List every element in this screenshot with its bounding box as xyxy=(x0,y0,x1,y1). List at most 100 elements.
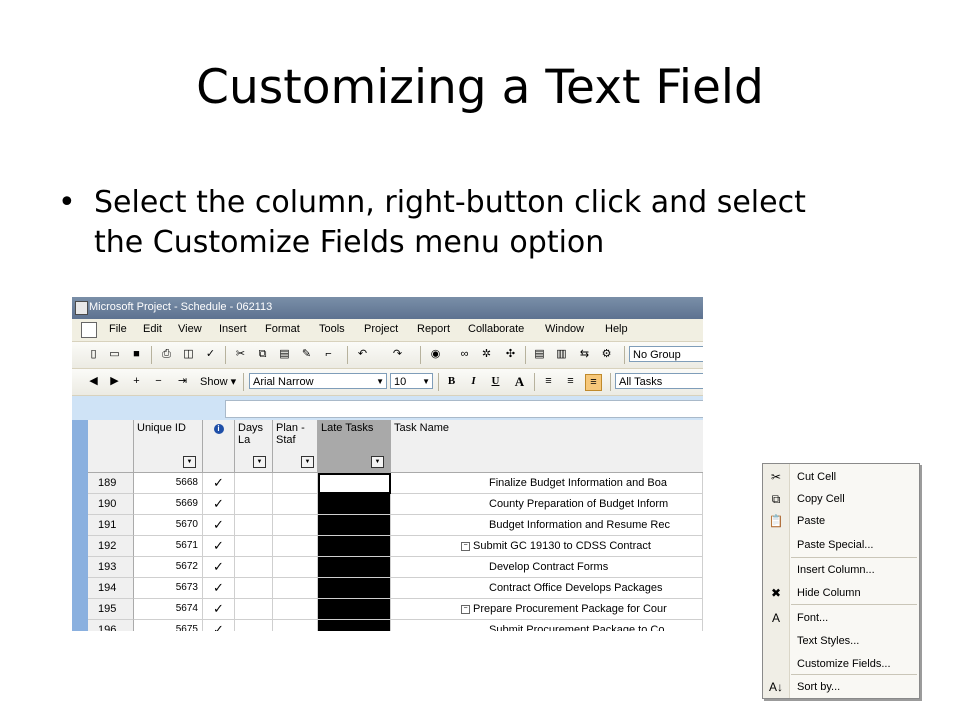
column-header-task-name[interactable]: Task Name xyxy=(391,420,703,473)
document-icon[interactable] xyxy=(81,322,97,338)
table-row[interactable]: 193 5672 ✓ Develop Contract Forms xyxy=(88,557,703,578)
plan-staff-cell[interactable] xyxy=(273,494,318,515)
save-icon[interactable]: ■ xyxy=(129,347,144,362)
minus-icon[interactable]: − xyxy=(151,374,166,389)
format-icon[interactable]: ⌐ xyxy=(321,347,336,362)
days-late-cell[interactable] xyxy=(235,536,273,557)
link-tasks-icon[interactable]: ∞ xyxy=(457,347,472,362)
late-tasks-cell[interactable] xyxy=(318,515,391,536)
check-mark-icon[interactable]: ✓ xyxy=(203,515,235,536)
cut-icon[interactable]: ✂ xyxy=(233,347,248,362)
menu-format[interactable]: Format xyxy=(265,323,300,335)
days-late-cell[interactable] xyxy=(235,620,273,631)
days-late-cell[interactable] xyxy=(235,557,273,578)
outline-icon[interactable]: ⇥ xyxy=(175,374,190,389)
row-id[interactable]: 191 xyxy=(88,515,134,536)
check-mark-icon[interactable]: ✓ xyxy=(203,536,235,557)
filter-dropdown-icon[interactable]: ▼ xyxy=(301,456,314,468)
print-icon[interactable]: ⎙ xyxy=(159,347,174,362)
menu-project[interactable]: Project xyxy=(364,323,398,335)
unique-id-cell[interactable]: 5674 xyxy=(134,599,203,620)
menu-help[interactable]: Help xyxy=(605,323,628,335)
redo-icon[interactable]: ↷ xyxy=(390,347,405,362)
row-id[interactable]: 194 xyxy=(88,578,134,599)
menu-view[interactable]: View xyxy=(178,323,202,335)
unique-id-cell[interactable]: 5669 xyxy=(134,494,203,515)
table-row[interactable]: 195 5674 ✓ − Prepare Procurement Package for… xyxy=(88,599,703,620)
plus-icon[interactable]: + xyxy=(129,374,144,389)
table-row[interactable]: 189 5668 ✓ Finalize Budget Information and … xyxy=(88,473,703,494)
print-preview-icon[interactable]: ◫ xyxy=(181,347,196,362)
column-header-unique-id[interactable]: Unique ID ▼ xyxy=(134,420,203,473)
check-mark-icon[interactable]: ✓ xyxy=(203,599,235,620)
table-row[interactable]: 194 5673 ✓ Contract Office Develops Package… xyxy=(88,578,703,599)
task-name-cell[interactable]: − Submit GC 19130 to CDSS Contract xyxy=(391,536,703,557)
plan-staff-cell[interactable] xyxy=(273,599,318,620)
unique-id-cell[interactable]: 5671 xyxy=(134,536,203,557)
align-center-icon[interactable]: ≡ xyxy=(563,374,578,389)
column-header-days-late[interactable]: Days La ▼ xyxy=(235,420,273,473)
filter-dropdown-icon[interactable]: ▼ xyxy=(183,456,196,468)
task-name-cell[interactable]: Develop Contract Forms xyxy=(391,557,703,578)
task-notes-icon[interactable]: ▥ xyxy=(554,347,569,362)
task-name-cell[interactable]: Finalize Budget Information and Boa xyxy=(391,473,703,494)
arrow-right-icon[interactable]: ▶ xyxy=(107,374,122,389)
font-color-button[interactable]: A xyxy=(512,374,527,389)
check-mark-icon[interactable]: ✓ xyxy=(203,494,235,515)
plan-staff-cell[interactable] xyxy=(273,557,318,578)
row-id[interactable]: 196 xyxy=(88,620,134,631)
unlink-tasks-icon[interactable]: ✲ xyxy=(479,347,494,362)
collapse-icon[interactable]: − xyxy=(461,604,470,614)
unique-id-cell[interactable]: 5675 xyxy=(134,620,203,631)
late-tasks-cell[interactable] xyxy=(318,473,391,494)
underline-button[interactable]: U xyxy=(488,374,503,389)
context-menu-item[interactable]: ⧉ Copy Cell xyxy=(763,488,919,511)
arrow-left-icon[interactable]: ◀ xyxy=(86,374,101,389)
table-row[interactable]: 192 5671 ✓ − Submit GC 19130 to CDSS Contrac… xyxy=(88,536,703,557)
context-menu-item[interactable]: 📋 Paste xyxy=(763,510,919,533)
context-menu-item[interactable]: ✂ Cut Cell xyxy=(763,466,919,489)
font-select[interactable]: Arial Narrow ▼ xyxy=(249,373,387,389)
filter-dropdown-icon[interactable]: ▼ xyxy=(371,456,384,468)
context-menu-item[interactable]: ✖ Hide Column xyxy=(763,582,919,605)
publish-icon[interactable]: ⚙ xyxy=(599,347,614,362)
filter-select[interactable]: All Tasks xyxy=(615,373,703,389)
row-id[interactable]: 195 xyxy=(88,599,134,620)
menu-collaborate[interactable]: Collaborate xyxy=(468,323,524,335)
select-all-corner[interactable] xyxy=(88,420,134,473)
check-mark-icon[interactable]: ✓ xyxy=(203,473,235,494)
row-id[interactable]: 193 xyxy=(88,557,134,578)
context-menu-item[interactable]: Insert Column... xyxy=(763,559,919,582)
menu-edit[interactable]: Edit xyxy=(143,323,162,335)
context-menu-item[interactable]: A Font... xyxy=(763,607,919,630)
assign-resources-icon[interactable]: ⇆ xyxy=(577,347,592,362)
check-mark-icon[interactable]: ✓ xyxy=(203,578,235,599)
unique-id-cell[interactable]: 5672 xyxy=(134,557,203,578)
days-late-cell[interactable] xyxy=(235,473,273,494)
task-name-cell[interactable]: Submit Procurement Package to Co xyxy=(391,620,703,631)
plan-staff-cell[interactable] xyxy=(273,578,318,599)
plan-staff-cell[interactable] xyxy=(273,473,318,494)
menu-report[interactable]: Report xyxy=(417,323,450,335)
menu-tools[interactable]: Tools xyxy=(319,323,345,335)
late-tasks-cell[interactable] xyxy=(318,557,391,578)
late-tasks-cell[interactable] xyxy=(318,494,391,515)
task-name-cell[interactable]: Contract Office Develops Packages xyxy=(391,578,703,599)
context-menu-item[interactable]: Customize Fields... xyxy=(763,653,919,676)
spelling-icon[interactable]: ✓ xyxy=(203,347,218,362)
plan-staff-cell[interactable] xyxy=(273,536,318,557)
group-select[interactable]: No Group xyxy=(629,346,703,362)
context-menu-item[interactable]: Paste Special... xyxy=(763,534,919,557)
row-id[interactable]: 190 xyxy=(88,494,134,515)
late-tasks-cell[interactable] xyxy=(318,536,391,557)
column-header-plan-staff[interactable]: Plan - Staf ▼ xyxy=(273,420,318,473)
days-late-cell[interactable] xyxy=(235,599,273,620)
check-mark-icon[interactable]: ✓ xyxy=(203,620,235,631)
check-mark-icon[interactable]: ✓ xyxy=(203,557,235,578)
table-row[interactable]: 190 5669 ✓ County Preparation of Budget Inf… xyxy=(88,494,703,515)
new-icon[interactable]: ▯ xyxy=(86,347,101,362)
late-tasks-cell[interactable] xyxy=(318,599,391,620)
italic-button[interactable]: I xyxy=(466,374,481,389)
plan-staff-cell[interactable] xyxy=(273,515,318,536)
hyperlink-globe-icon[interactable]: ◉ xyxy=(428,347,443,362)
